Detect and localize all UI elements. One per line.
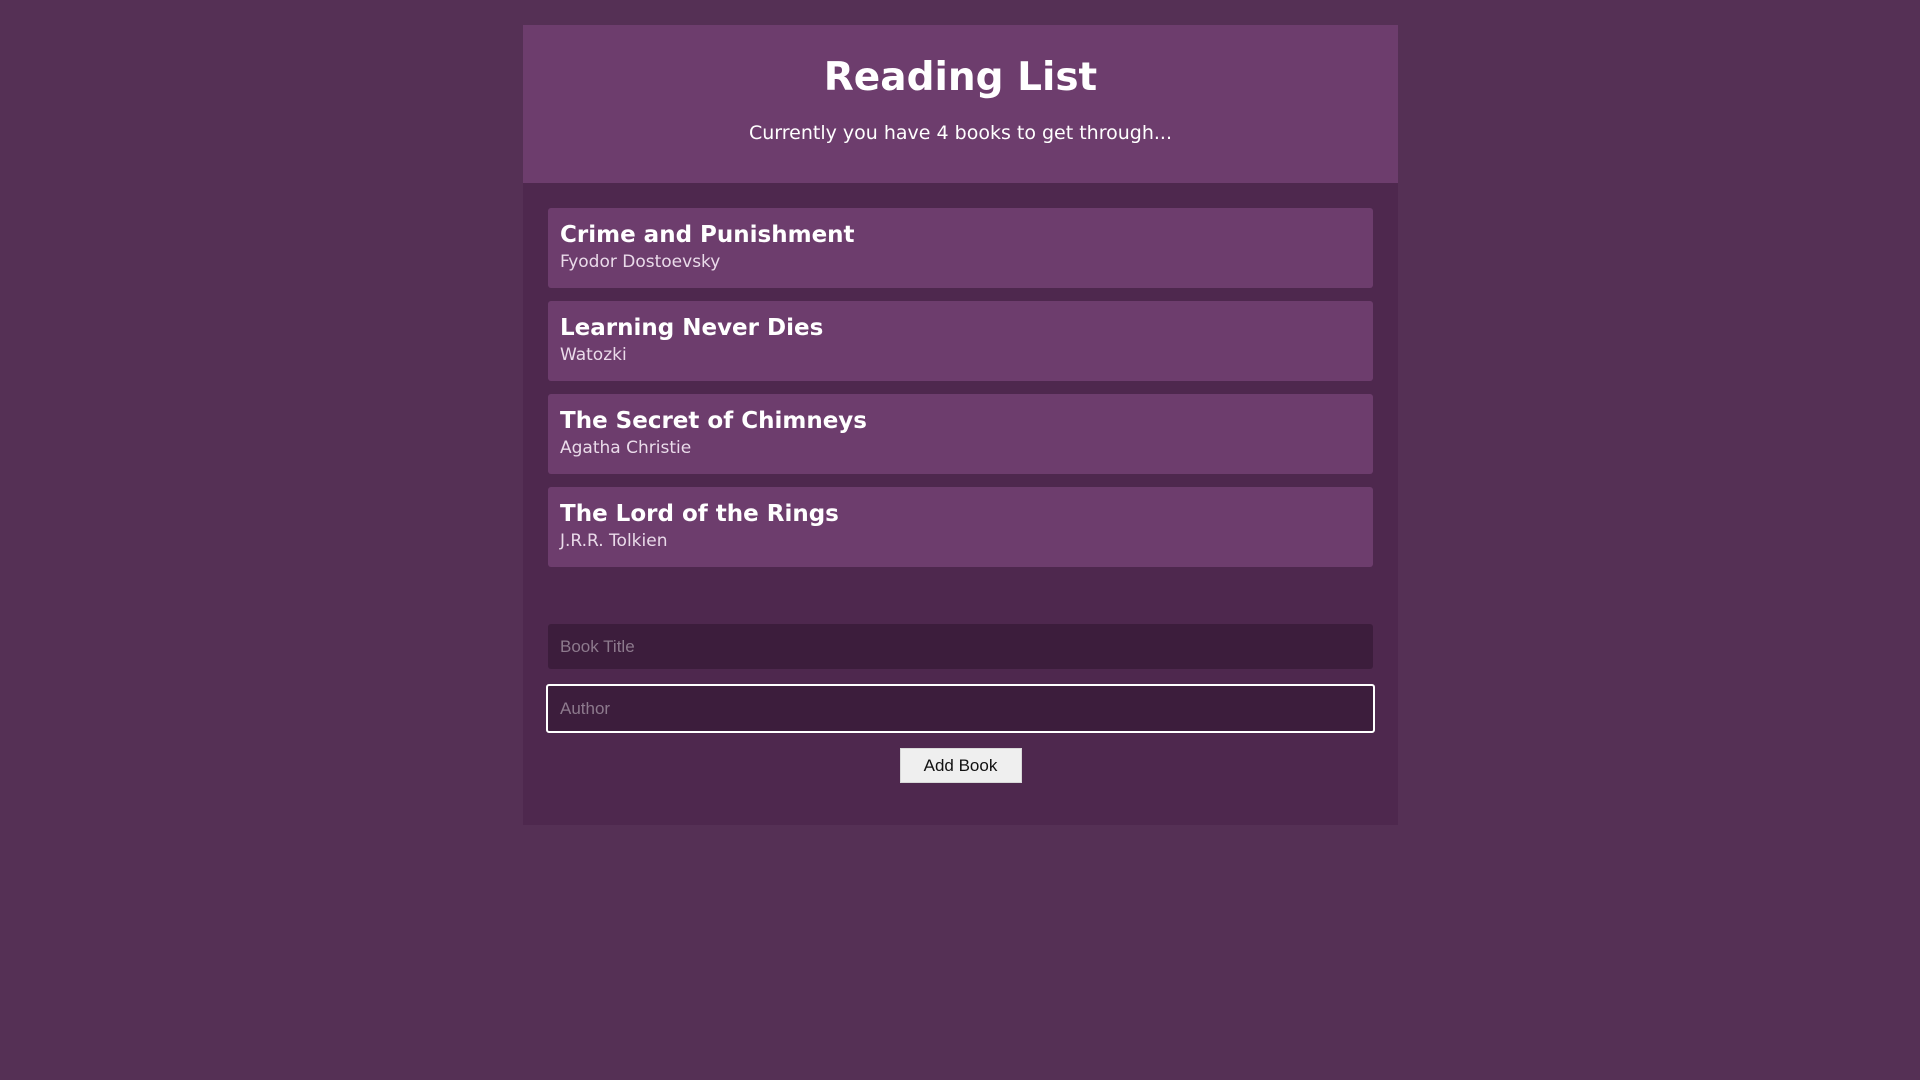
add-book-button[interactable]: Add Book [899,748,1022,783]
book-title: Crime and Punishment [560,222,855,248]
book-author: J.R.R. Tolkien [560,530,668,551]
header: Reading List Currently you have 4 books … [523,25,1398,183]
book-item[interactable]: The Lord of the Rings J.R.R. Tolkien [548,487,1373,567]
page-title: Reading List [823,55,1098,100]
button-row: Add Book [548,748,1373,783]
book-item[interactable]: Crime and Punishment Fyodor Dostoevsky [548,208,1373,288]
book-author: Agatha Christie [560,437,692,458]
book-author: Fyodor Dostoevsky [560,251,721,272]
book-title: The Secret of Chimneys [560,408,867,434]
book-item[interactable]: Learning Never Dies Watozki [548,301,1373,381]
book-author: Watozki [560,344,627,365]
book-title-input[interactable] [548,624,1373,669]
author-input[interactable] [546,684,1375,733]
book-title: Learning Never Dies [560,315,824,341]
book-count-subtitle: Currently you have 4 books to get throug… [748,121,1173,144]
add-book-form: Add Book [523,580,1398,783]
book-item[interactable]: The Secret of Chimneys Agatha Christie [548,394,1373,474]
book-title: The Lord of the Rings [560,501,839,527]
reading-list-app: Reading List Currently you have 4 books … [523,25,1398,825]
book-list: Crime and Punishment Fyodor Dostoevsky L… [523,183,1398,567]
